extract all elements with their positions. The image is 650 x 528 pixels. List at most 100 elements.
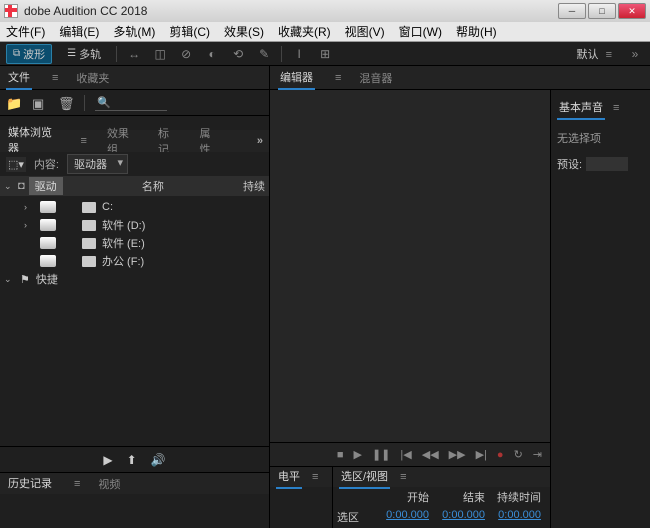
tree-row-c[interactable]: ›C: [0, 198, 269, 216]
tab-favorites[interactable]: 收藏夹 [74, 67, 111, 89]
pause-button[interactable]: ❚❚ [372, 448, 390, 461]
content-label: 内容: [34, 156, 59, 172]
app-logo-icon [4, 4, 18, 18]
media-footer: ▶ ⬆ 🔊 [0, 446, 269, 472]
upload-icon[interactable]: ⬆ [127, 453, 137, 467]
panel-more-icon[interactable]: » [257, 135, 263, 147]
workspace-default[interactable]: 默认 ≡ [567, 44, 618, 64]
menu-help[interactable]: 帮助(H) [456, 23, 497, 40]
menu-clip[interactable]: 剪辑(C) [169, 23, 210, 40]
menu-effects[interactable]: 效果(S) [224, 23, 264, 40]
toolbar: ⧉波形 ☰多轨 ↔ ◫ ⊘ ◐ ⟲ ✎ I ⊞ 默认 ≡ » [0, 42, 650, 66]
menu-edit[interactable]: 编辑(E) [59, 23, 99, 40]
tree-row-f[interactable]: 办公 (F:) [0, 252, 269, 270]
menu-view[interactable]: 视图(V) [345, 23, 385, 40]
menu-icon[interactable]: ≡ [312, 471, 318, 483]
collapse-icon[interactable]: ⌄ [4, 181, 14, 192]
menu-favorites[interactable]: 收藏夹(R) [278, 23, 331, 40]
delete-icon[interactable]: 🗑 [58, 96, 74, 110]
menu-icon[interactable]: ≡ [400, 471, 406, 483]
selection-grid: 开始结束持续时间 选区0:00.0000:00.0000:00.000 [333, 487, 550, 527]
tool-button-5[interactable]: ⟲ [229, 45, 247, 63]
tool-button-4[interactable]: ◐ [203, 45, 221, 63]
close-button[interactable]: ✕ [618, 3, 646, 19]
record-button[interactable]: ● [497, 449, 504, 461]
sel-start-value[interactable]: 0:00.000 [377, 507, 433, 527]
tree-row-e[interactable]: 软件 (E:) [0, 234, 269, 252]
tab-levels[interactable]: 电平 [276, 465, 302, 489]
tab-mixer[interactable]: 混音器 [357, 67, 394, 89]
tool-button-6[interactable]: ✎ [255, 45, 273, 63]
record-icon[interactable]: ▣ [32, 96, 48, 110]
skip-forward-button[interactable]: ▶| [476, 448, 487, 461]
minimize-button[interactable]: ─ [558, 3, 586, 19]
tool-button-1[interactable]: ↔ [125, 45, 143, 63]
forward-button[interactable]: ▶▶ [449, 448, 466, 461]
menu-file[interactable]: 文件(F) [6, 23, 45, 40]
maximize-button[interactable]: □ [588, 3, 616, 19]
workspace-chevron[interactable]: » [626, 45, 644, 63]
rewind-button[interactable]: ◀◀ [422, 448, 439, 461]
drive-icon [82, 202, 96, 213]
editor-stage[interactable] [270, 90, 550, 442]
preset-label: 预设: [557, 156, 582, 172]
tab-editor[interactable]: 编辑器 [278, 66, 315, 90]
sel-end-value[interactable]: 0:00.000 [433, 507, 489, 527]
files-toolbar: 📁 ▣ 🗑 🔍 [0, 90, 269, 116]
mode-multitrack-button[interactable]: ☰多轨 [60, 44, 108, 64]
menu-icon[interactable]: ≡ [52, 72, 58, 84]
tree-header: ⌄ ◘ 驱动 名称 持续 [0, 176, 269, 196]
menu-icon[interactable]: ≡ [335, 72, 341, 84]
drive-icon [82, 256, 96, 267]
tool-button-3[interactable]: ⊘ [177, 45, 195, 63]
speaker-icon[interactable]: 🔊 [151, 453, 166, 467]
collapse-icon: ⌄ [4, 274, 14, 285]
col-start: 开始 [377, 487, 433, 507]
tree-header-drive[interactable]: 驱动 [29, 177, 63, 195]
col-end: 结束 [433, 487, 489, 507]
drive-icon [40, 201, 56, 213]
tab-essential-sound[interactable]: 基本声音 [557, 96, 605, 120]
open-file-icon[interactable]: 📁 [6, 96, 22, 110]
menu-icon[interactable]: ≡ [613, 102, 619, 114]
editor-panel-tabs: 编辑器 ≡ 混音器 [270, 66, 650, 90]
sel-dur-value[interactable]: 0:00.000 [489, 507, 545, 527]
menubar: 文件(F) 编辑(E) 多轨(M) 剪辑(C) 效果(S) 收藏夹(R) 视图(… [0, 22, 650, 42]
drive-icon [40, 219, 56, 231]
media-panel-tabs: 媒体浏览器 ≡ 效果组 标记 属性 » [0, 130, 269, 152]
tool-button-7[interactable]: I [290, 45, 308, 63]
drive-icon [82, 220, 96, 231]
flag-icon: ⚑ [20, 273, 30, 286]
content-type-icon[interactable]: ⬚▾ [6, 157, 26, 172]
menu-icon[interactable]: ≡ [81, 135, 87, 147]
menu-window[interactable]: 窗口(W) [399, 23, 442, 40]
tree-header-duration[interactable]: 持续 [243, 178, 265, 194]
stop-button[interactable]: ■ [337, 449, 344, 461]
separator [116, 46, 117, 62]
preview-play-button[interactable]: ▶ [103, 453, 112, 467]
loop-button[interactable]: ↻ [514, 448, 523, 461]
tab-history[interactable]: 历史记录 [6, 472, 54, 496]
tab-selection-view[interactable]: 选区/视图 [339, 465, 390, 489]
play-button[interactable]: ▶ [354, 448, 362, 461]
no-selection-label: 无选择项 [557, 130, 644, 146]
tool-button-8[interactable]: ⊞ [316, 45, 334, 63]
titlebar: dobe Audition CC 2018 ─ □ ✕ [0, 0, 650, 22]
tool-button-2[interactable]: ◫ [151, 45, 169, 63]
mode-waveform-button[interactable]: ⧉波形 [6, 44, 52, 64]
tab-files[interactable]: 文件 [6, 66, 32, 90]
skip-selection-button[interactable]: ⇥ [533, 448, 542, 461]
content-select[interactable]: 驱动器 [67, 154, 128, 174]
menu-icon[interactable]: ≡ [74, 478, 80, 490]
search-input[interactable]: 🔍 [95, 95, 167, 111]
tree-row-quick[interactable]: ⌄⚑快捷 [0, 270, 269, 288]
menu-multitrack[interactable]: 多轨(M) [113, 23, 155, 40]
tree-header-name[interactable]: 名称 [125, 178, 180, 194]
tree-row-d[interactable]: ›软件 (D:) [0, 216, 269, 234]
preset-select[interactable] [586, 157, 628, 171]
drive-type-icon: ◘ [18, 180, 25, 192]
tab-video[interactable]: 视频 [96, 473, 122, 495]
skip-back-button[interactable]: |◀ [400, 448, 411, 461]
menu-icon: ≡ [606, 49, 612, 61]
files-panel-tabs: 文件 ≡ 收藏夹 [0, 66, 269, 90]
